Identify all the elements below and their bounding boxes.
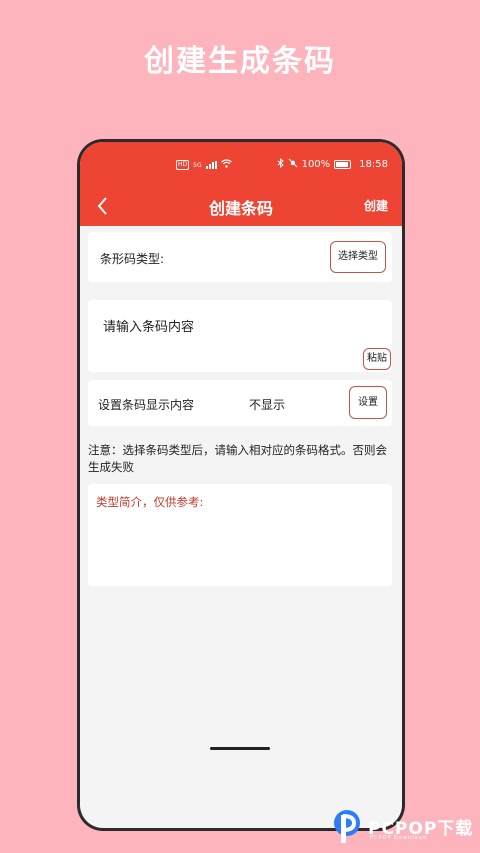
signal-icon [205, 161, 217, 169]
type-intro-card: 类型简介，仅供参考: [88, 484, 392, 586]
barcode-type-card: 条形码类型: 选择类型 [88, 232, 392, 282]
promo-headline: 创建生成条码 [144, 44, 336, 79]
network-generation: 5G [193, 161, 202, 169]
type-intro-label: 类型简介，仅供参考: [96, 495, 204, 509]
pcpop-logo-icon [334, 810, 360, 843]
status-left: HD 5G [176, 159, 232, 171]
settings-button[interactable]: 设置 [349, 386, 387, 419]
bluetooth-icon [277, 157, 284, 171]
display-setting-label: 设置条码显示内容 [98, 398, 195, 412]
app-screen: HD 5G 100% 18:58 创建条码 创建 条形码类型: 选择类型 请输入… [80, 142, 402, 828]
barcode-type-label: 条形码类型: [100, 252, 165, 266]
display-setting-value: 不显示 [249, 398, 286, 412]
page-title: 创建条码 [208, 199, 273, 218]
paste-button[interactable]: 粘贴 [363, 348, 391, 370]
format-notice: 注意：选择条码类型后，请输入相对应的条码格式。否则会生成失败 [88, 443, 387, 474]
clock: 18:58 [359, 159, 388, 170]
phone-frame: HD 5G 100% 18:58 创建条码 创建 条形码类型: 选择类型 请输入… [77, 139, 405, 831]
pcpop-watermark: PCPOP下载 PCPOP Download [332, 808, 478, 848]
status-bar: HD 5G 100% 18:58 [80, 142, 402, 186]
app-bar: 创建条码 创建 [80, 186, 402, 226]
watermark-subtext: PCPOP Download [370, 835, 427, 841]
battery-percent: 100% [301, 159, 331, 170]
content-input-card: 请输入条码内容 粘贴 [88, 300, 392, 372]
content-input[interactable]: 请输入条码内容 [103, 316, 194, 335]
status-right: 100% 18:58 [277, 157, 388, 171]
select-type-button[interactable]: 选择类型 [330, 241, 386, 273]
mute-icon [288, 158, 298, 171]
display-setting-card: 设置条码显示内容 不显示 设置 [88, 380, 392, 426]
wifi-icon [220, 159, 232, 171]
create-button[interactable]: 创建 [364, 197, 388, 214]
hd-badge: HD [176, 160, 190, 170]
home-indicator[interactable] [210, 747, 270, 750]
battery-icon [334, 160, 352, 169]
